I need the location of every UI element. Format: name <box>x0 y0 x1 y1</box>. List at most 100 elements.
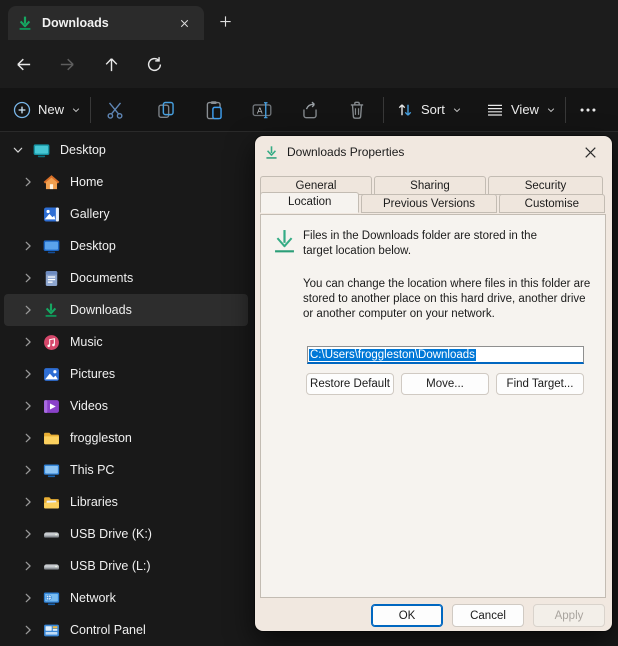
view-button[interactable]: View <box>481 88 561 131</box>
sidebar-item-downloads[interactable]: Downloads <box>4 294 248 326</box>
sidebar-item-libraries[interactable]: Libraries <box>4 486 248 518</box>
sidebar-item-network[interactable]: Network <box>4 582 248 614</box>
tab-title: Downloads <box>42 16 164 30</box>
up-button[interactable] <box>96 49 126 79</box>
documents-icon <box>40 270 62 287</box>
desktop-teal-icon <box>30 142 52 159</box>
tree-chevron-right-icon[interactable] <box>16 175 40 189</box>
tree-chevron-right-icon[interactable] <box>16 623 40 637</box>
sidebar-item-usb-drive-k[interactable]: USB Drive (K:) <box>4 518 248 550</box>
folder-yellow-icon <box>40 430 62 447</box>
sidebar-item-froggleston[interactable]: froggleston <box>4 422 248 454</box>
sidebar-item-this-pc[interactable]: This PC <box>4 454 248 486</box>
tree-chevron-right-icon[interactable] <box>16 367 40 381</box>
sidebar-item-desktop[interactable]: Desktop <box>4 230 248 262</box>
ok-button[interactable]: OK <box>371 604 443 627</box>
dialog-tab-previous-versions[interactable]: Previous Versions <box>361 194 496 213</box>
restore-default-button[interactable]: Restore Default <box>306 373 394 395</box>
sidebar-item-label: USB Drive (K:) <box>70 527 152 541</box>
command-bar: New A Sort View <box>0 88 618 132</box>
see-more-button[interactable] <box>576 98 600 122</box>
dialog-tabs: GeneralSharingSecurity LocationPrevious … <box>260 176 607 213</box>
tree-chevron-right-icon[interactable] <box>16 527 40 541</box>
location-path-input[interactable]: C:\Users\froggleston\Downloads <box>307 346 584 364</box>
tree-chevron-right-icon[interactable] <box>16 303 40 317</box>
share-button[interactable] <box>298 98 322 122</box>
sidebar-item-label: This PC <box>70 463 114 477</box>
sidebar-item-label: Control Panel <box>70 623 146 637</box>
new-button[interactable]: New <box>8 88 86 131</box>
explorer-tab-downloads[interactable]: Downloads <box>8 6 204 40</box>
sidebar-item-label: Libraries <box>70 495 118 509</box>
sidebar-item-label: Gallery <box>70 207 110 221</box>
dialog-tab-security[interactable]: Security <box>488 176 603 195</box>
usb-drive-icon <box>40 526 62 543</box>
explorer-tab-bar: Downloads <box>0 0 618 40</box>
dialog-title: Downloads Properties <box>287 145 569 159</box>
move-button[interactable]: Move... <box>401 373 489 395</box>
tree-chevron-right-icon[interactable] <box>16 591 40 605</box>
downloads-folder-icon <box>271 228 298 255</box>
tree-chevron-right-icon[interactable] <box>16 431 40 445</box>
find-target-button[interactable]: Find Target... <box>496 373 584 395</box>
control-panel-icon <box>40 622 62 639</box>
sidebar-item-label: Network <box>70 591 116 605</box>
new-button-label: New <box>38 102 64 117</box>
sidebar-item-documents[interactable]: Documents <box>4 262 248 294</box>
music-icon <box>40 334 62 351</box>
forward-button[interactable] <box>52 49 82 79</box>
view-button-label: View <box>511 102 539 117</box>
sidebar-item-label: Desktop <box>70 239 116 253</box>
dialog-tab-customise[interactable]: Customise <box>499 194 605 213</box>
view-list-icon <box>485 100 505 120</box>
rename-button[interactable]: A <box>250 98 274 122</box>
sidebar-item-label: Music <box>70 335 103 349</box>
tree-chevron-right-icon[interactable] <box>16 271 40 285</box>
tree-chevron-right-icon[interactable] <box>16 335 40 349</box>
tree-chevron-right-icon[interactable] <box>16 559 40 573</box>
sidebar-item-videos[interactable]: Videos <box>4 390 248 422</box>
sidebar-item-control-panel[interactable]: Control Panel <box>4 614 248 646</box>
chevron-down-icon <box>70 104 82 116</box>
dialog-close-icon[interactable] <box>577 140 603 164</box>
sort-button-label: Sort <box>421 102 445 117</box>
sidebar-item-pictures[interactable]: Pictures <box>4 358 248 390</box>
sidebar-item-label: Home <box>70 175 103 189</box>
tree-chevron-right-icon[interactable] <box>16 239 40 253</box>
sidebar-item-label: USB Drive (L:) <box>70 559 151 573</box>
sidebar-item-desktop[interactable]: Desktop <box>4 134 248 166</box>
sort-button[interactable]: Sort <box>391 88 467 131</box>
tree-chevron-right-icon[interactable] <box>16 463 40 477</box>
svg-text:A: A <box>257 105 263 115</box>
desktop-blue-icon <box>40 238 62 255</box>
chevron-down-icon <box>451 104 463 116</box>
dialog-tab-sharing[interactable]: Sharing <box>374 176 486 195</box>
sort-arrows-icon <box>395 100 415 120</box>
sidebar-item-gallery[interactable]: Gallery <box>4 198 248 230</box>
tab-close-icon[interactable] <box>173 12 195 34</box>
downloads-tab-icon <box>17 15 33 31</box>
new-tab-button[interactable] <box>212 9 238 33</box>
sidebar-item-label: froggleston <box>70 431 132 445</box>
tree-chevron-right-icon[interactable] <box>16 399 40 413</box>
copy-button[interactable] <box>154 98 178 122</box>
sidebar-item-home[interactable]: Home <box>4 166 248 198</box>
dialog-tab-location[interactable]: Location <box>260 192 359 213</box>
pictures-icon <box>40 366 62 383</box>
toolbar-divider <box>383 97 384 123</box>
sidebar-item-usb-drive-l[interactable]: USB Drive (L:) <box>4 550 248 582</box>
dialog-title-bar: Downloads Properties <box>255 136 612 168</box>
location-path-value: C:\Users\froggleston\Downloads <box>309 349 476 361</box>
delete-button[interactable] <box>345 98 369 122</box>
libraries-icon <box>40 494 62 511</box>
refresh-button[interactable] <box>139 49 169 79</box>
tree-chevron-right-icon[interactable] <box>16 495 40 509</box>
cut-button[interactable] <box>103 98 127 122</box>
cancel-button[interactable]: Cancel <box>452 604 524 627</box>
sidebar-item-music[interactable]: Music <box>4 326 248 358</box>
back-button[interactable] <box>8 49 38 79</box>
paste-button[interactable] <box>202 98 226 122</box>
sidebar-item-label: Desktop <box>60 143 106 157</box>
tree-chevron-down-icon[interactable] <box>6 143 30 157</box>
downloads-properties-dialog: Downloads Properties GeneralSharingSecur… <box>255 136 612 631</box>
